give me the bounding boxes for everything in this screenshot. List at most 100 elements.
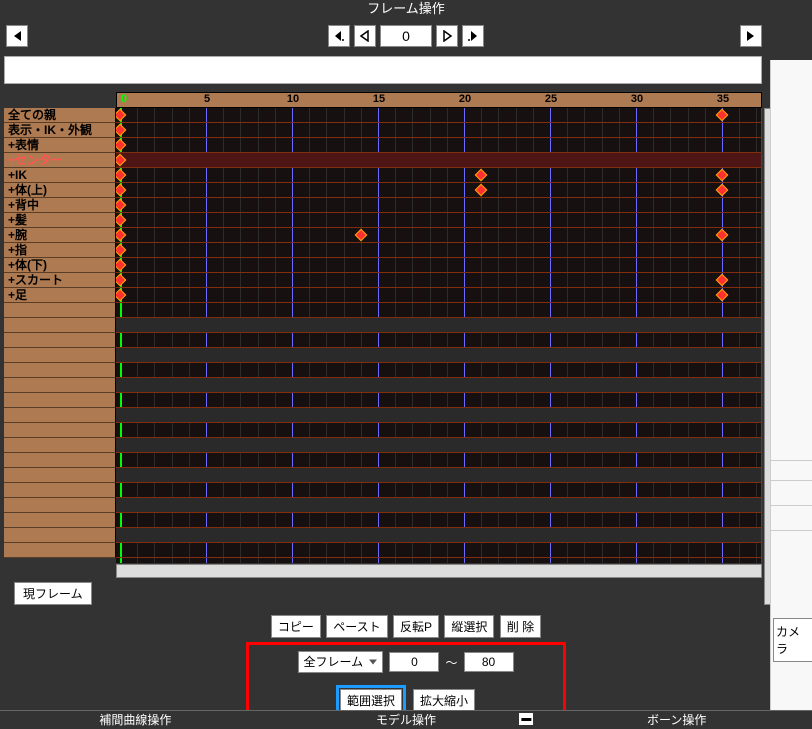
track-label-empty — [4, 408, 116, 423]
track-row[interactable] — [116, 138, 761, 153]
track-row-empty — [116, 408, 761, 423]
track-row-empty — [116, 378, 761, 393]
range-select-button[interactable]: 範囲選択 — [340, 689, 402, 712]
keyframe-diamond[interactable] — [475, 169, 488, 182]
track-label[interactable]: +スカート — [4, 273, 116, 288]
keyframe-diamond[interactable] — [116, 139, 126, 152]
track-label-empty — [4, 483, 116, 498]
keyframe-diamond[interactable] — [716, 274, 729, 287]
track-row[interactable] — [116, 183, 761, 198]
keyframe-diamond[interactable] — [475, 184, 488, 197]
keyframe-diamond[interactable] — [116, 274, 126, 287]
range-from-input[interactable] — [389, 652, 439, 672]
reverse-paste-button[interactable]: 反転P — [393, 615, 439, 638]
track-row-empty — [116, 318, 761, 333]
prev-frame-button[interactable] — [354, 25, 376, 47]
range-to-input[interactable] — [464, 652, 514, 672]
track-label-empty — [4, 303, 116, 318]
timeline: 05101520253035 全ての親表示・IK・外観+表情+センター+IK+体… — [4, 92, 762, 605]
range-separator: ～ — [445, 654, 457, 671]
scale-button[interactable]: 拡大縮小 — [413, 689, 475, 712]
track-label-empty — [4, 438, 116, 453]
track-row-empty — [116, 393, 761, 408]
keyframe-diamond[interactable] — [116, 154, 126, 167]
copy-button[interactable]: コピー — [271, 615, 321, 638]
action-button-row: コピー ペースト 反転P 縦選択 削 除 — [0, 615, 812, 638]
vertical-select-button[interactable]: 縦選択 — [444, 615, 494, 638]
keyframe-diamond[interactable] — [716, 109, 729, 122]
goto-last-button[interactable] — [740, 25, 762, 47]
track-row[interactable] — [116, 273, 761, 288]
minimize-icon[interactable]: ▬ — [519, 713, 533, 725]
track-label[interactable]: +体(下) — [4, 258, 116, 273]
prev-key-button[interactable] — [328, 25, 350, 47]
track-row[interactable] — [116, 288, 761, 303]
track-row[interactable] — [116, 168, 761, 183]
keyframe-diamond[interactable] — [716, 229, 729, 242]
next-key-button[interactable] — [462, 25, 484, 47]
keyframe-diamond[interactable] — [354, 229, 367, 242]
track-row[interactable] — [116, 228, 761, 243]
keyframe-diamond[interactable] — [716, 169, 729, 182]
track-label[interactable]: 全ての親 — [4, 108, 116, 123]
keyframe-diamond[interactable] — [116, 289, 126, 302]
keyframe-diamond[interactable] — [116, 184, 126, 197]
track-label-empty — [4, 543, 116, 558]
track-row[interactable] — [116, 123, 761, 138]
track-label[interactable]: +髪 — [4, 213, 116, 228]
current-frame-button[interactable]: 現フレーム — [14, 582, 92, 605]
tab-model[interactable]: モデル操作▬ — [271, 710, 542, 728]
keyframe-diamond[interactable] — [116, 109, 126, 122]
horizontal-scrollbar[interactable] — [116, 564, 762, 578]
track-label[interactable]: +指 — [4, 243, 116, 258]
keyframe-grid[interactable] — [116, 108, 762, 563]
current-frame-input[interactable] — [380, 25, 432, 47]
panel-title: フレーム操作 — [0, 0, 812, 18]
keyframe-diamond[interactable] — [116, 199, 126, 212]
track-row-empty — [116, 348, 761, 363]
track-row[interactable] — [116, 213, 761, 228]
frame-scope-select[interactable]: 全フレーム — [298, 651, 383, 673]
track-row-empty — [116, 363, 761, 378]
track-label-empty — [4, 363, 116, 378]
track-row[interactable] — [116, 258, 761, 273]
tab-bone[interactable]: ボーン操作 — [541, 710, 812, 728]
frame-nav — [0, 18, 812, 54]
track-label-column: 全ての親表示・IK・外観+表情+センター+IK+体(上)+背中+髪+腕+指+体(… — [4, 108, 116, 563]
track-label[interactable]: +足 — [4, 288, 116, 303]
track-label[interactable]: +体(上) — [4, 183, 116, 198]
keyframe-diamond[interactable] — [116, 244, 126, 257]
track-row[interactable] — [116, 108, 761, 123]
track-label[interactable]: +センター — [4, 153, 116, 168]
track-label[interactable]: +腕 — [4, 228, 116, 243]
track-label[interactable]: +背中 — [4, 198, 116, 213]
goto-first-button[interactable] — [6, 25, 28, 47]
keyframe-diamond[interactable] — [116, 124, 126, 137]
paste-button[interactable]: ペースト — [326, 615, 387, 638]
track-label[interactable]: 表示・IK・外観 — [4, 123, 116, 138]
keyframe-diamond[interactable] — [116, 229, 126, 242]
camera-button[interactable]: カメラ — [773, 618, 812, 662]
keyframe-diamond[interactable] — [116, 169, 126, 182]
delete-button[interactable]: 削 除 — [500, 615, 541, 638]
track-label[interactable]: +IK — [4, 168, 116, 183]
track-label[interactable]: +表情 — [4, 138, 116, 153]
info-bar — [4, 56, 762, 84]
track-label-empty — [4, 528, 116, 543]
keyframe-diamond[interactable] — [716, 184, 729, 197]
next-frame-button[interactable] — [436, 25, 458, 47]
track-row[interactable] — [116, 198, 761, 213]
ruler-tick: 15 — [373, 93, 385, 105]
track-row[interactable] — [116, 153, 761, 168]
keyframe-diamond[interactable] — [716, 289, 729, 302]
track-row[interactable] — [116, 243, 761, 258]
bottom-panel-tabs: 補間曲線操作 モデル操作▬ ボーン操作 — [0, 710, 812, 728]
track-label-empty — [4, 378, 116, 393]
frame-ruler[interactable]: 05101520253035 — [4, 92, 762, 108]
keyframe-diamond[interactable] — [116, 214, 126, 227]
ruler-tick: 35 — [717, 93, 729, 105]
keyframe-diamond[interactable] — [116, 259, 126, 272]
track-row-empty — [116, 498, 761, 513]
tab-interpolation[interactable]: 補間曲線操作 — [0, 710, 271, 728]
track-row-empty — [116, 438, 761, 453]
